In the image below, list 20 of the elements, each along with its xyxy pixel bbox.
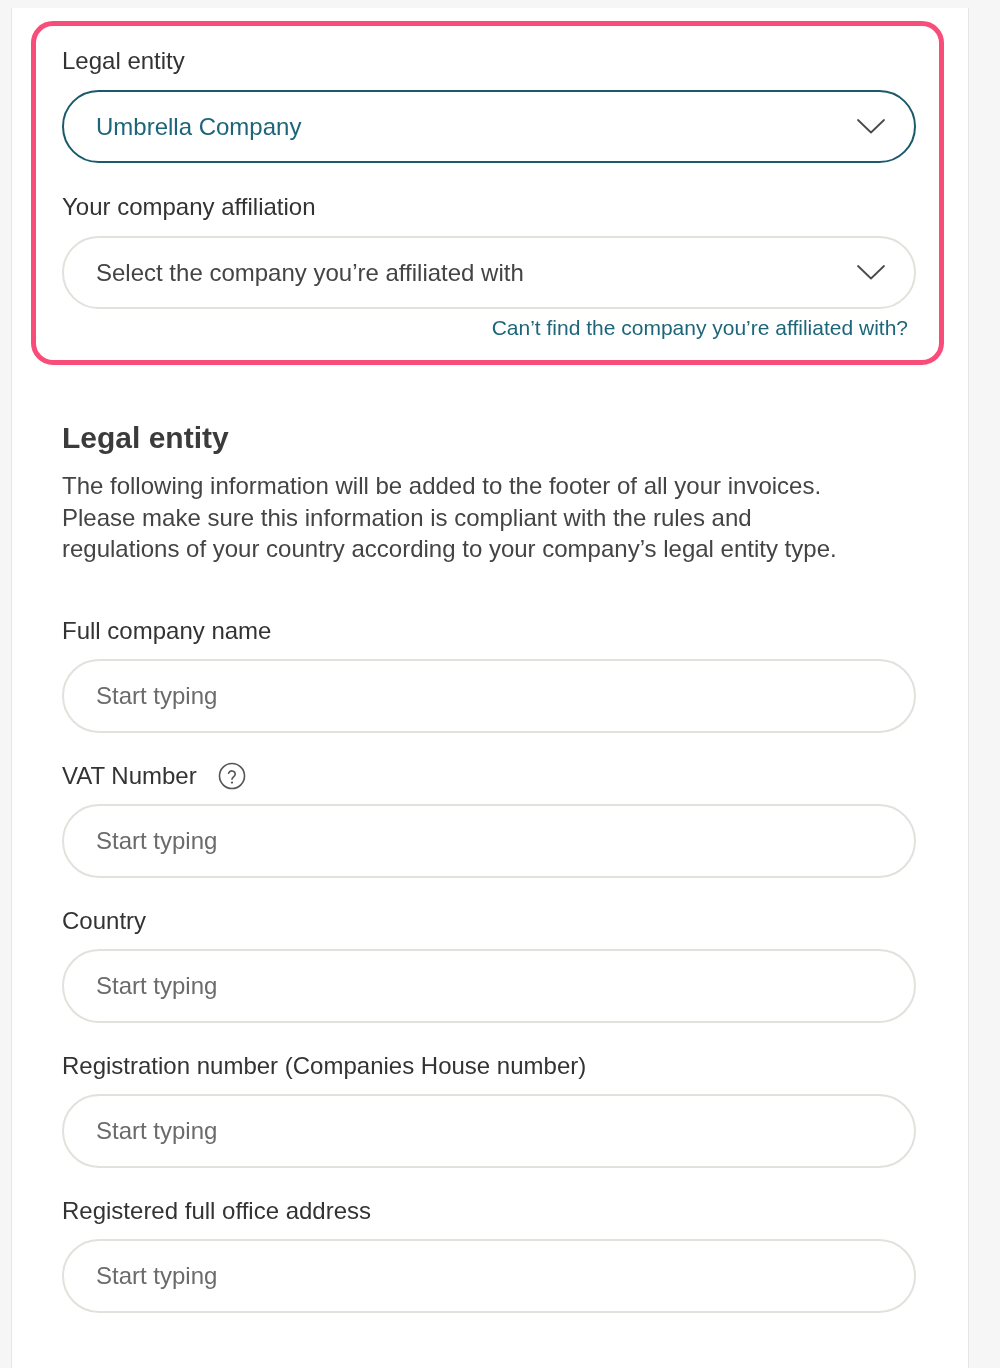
text-input[interactable]: Start typing (62, 1238, 916, 1313)
help-icon[interactable] (217, 761, 246, 790)
field-label: Your company affiliation (62, 192, 316, 222)
field-label: Legal entity (62, 46, 185, 76)
text-input[interactable]: Start typing (62, 803, 916, 878)
text-input[interactable]: Start typing (62, 1093, 916, 1168)
chevron-down-icon (857, 119, 885, 134)
text-input[interactable]: Start typing (62, 658, 916, 733)
field-label: Registration number (Companies House number) (62, 1050, 587, 1081)
field-label: Country (62, 905, 147, 936)
dropdown[interactable]: Select the company you’re affiliated with (62, 236, 916, 309)
field-label: Registered full office address (62, 1195, 372, 1226)
field-label: VAT Number (62, 760, 197, 791)
text-input[interactable]: Start typing (62, 948, 916, 1023)
section-heading: Legal entity (62, 420, 229, 456)
description-text: The following information will be added to the footer of all your invoices. Please make sure this information is compliant with the rules and regulations of your country according to your company’s legal entity type. (62, 471, 838, 564)
help-link[interactable]: Can’t find the company you’re affiliated with? (491, 315, 908, 341)
field-label: Full company name (62, 615, 272, 646)
dropdown[interactable]: Umbrella Company (62, 90, 916, 163)
chevron-down-icon (857, 265, 885, 280)
